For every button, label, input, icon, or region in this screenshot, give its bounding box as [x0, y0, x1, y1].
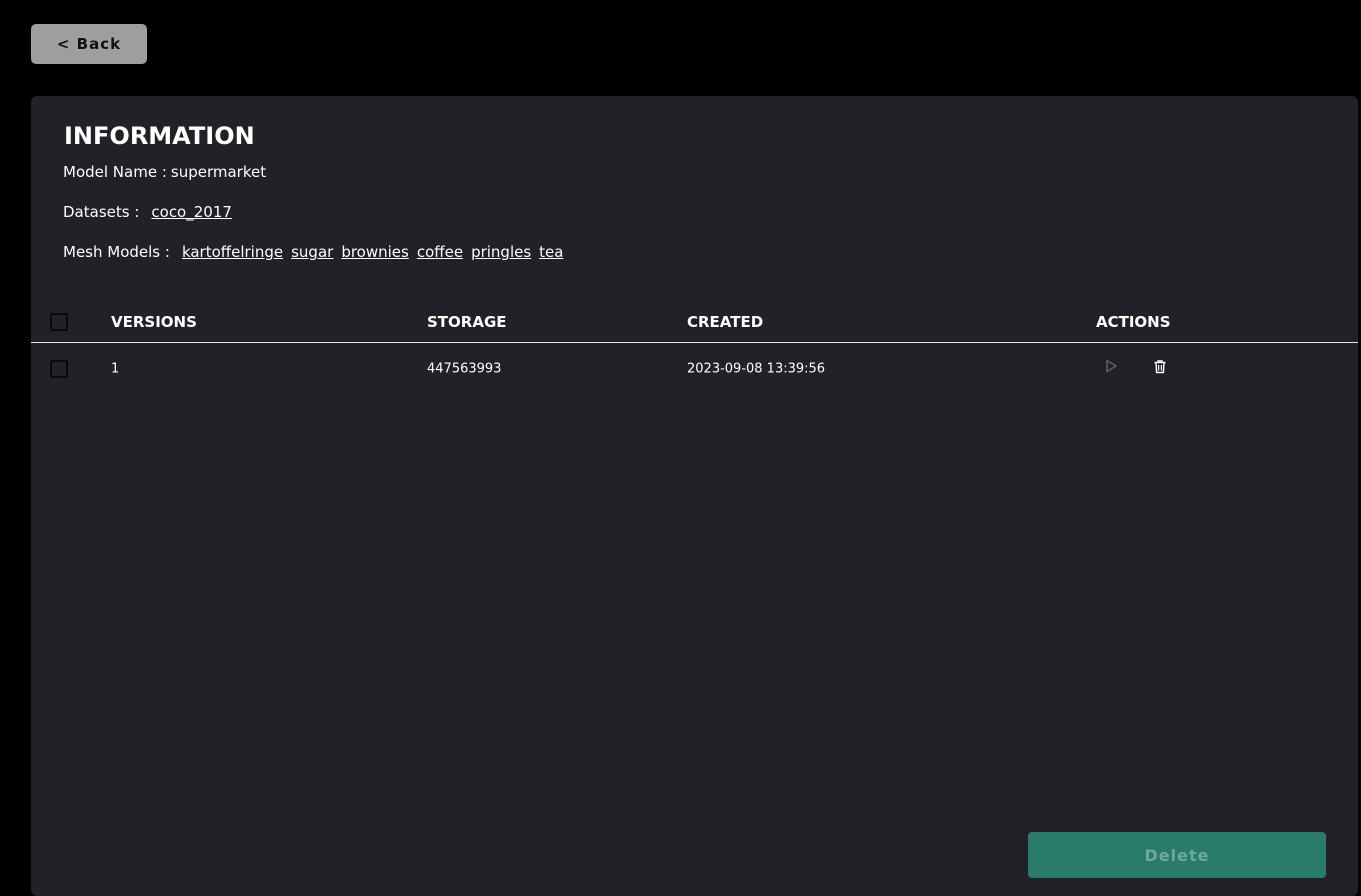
play-icon[interactable]: [1102, 357, 1120, 375]
model-name-row: Model Name : supermarket: [63, 163, 266, 181]
row-storage: 447563993: [427, 361, 502, 377]
mesh-models-row: Mesh Models : kartoffelringe sugar brown…: [63, 243, 563, 261]
mesh-models-label: Mesh Models :: [63, 243, 170, 261]
versions-table-header: VERSIONS STORAGE CREATED ACTIONS: [31, 301, 1358, 343]
information-panel: INFORMATION Model Name : supermarket Dat…: [31, 96, 1358, 896]
header-actions: ACTIONS: [1096, 312, 1171, 331]
datasets-label: Datasets :: [63, 203, 140, 221]
mesh-link-coffee[interactable]: coffee: [417, 243, 463, 261]
information-title: INFORMATION: [64, 122, 255, 150]
model-name-value: supermarket: [170, 163, 267, 181]
mesh-link-pringles[interactable]: pringles: [471, 243, 531, 261]
select-all-checkbox[interactable]: [50, 312, 68, 331]
delete-button[interactable]: Delete: [1028, 832, 1326, 878]
row-version: 1: [111, 361, 120, 377]
header-storage[interactable]: STORAGE: [427, 313, 507, 331]
back-button[interactable]: < Back: [31, 24, 147, 64]
row-checkbox[interactable]: [50, 360, 68, 378]
datasets-row: Datasets : coco_2017: [63, 203, 232, 221]
mesh-link-tea[interactable]: tea: [539, 243, 563, 261]
model-name-label: Model Name :: [63, 163, 167, 181]
mesh-link-sugar[interactable]: sugar: [291, 243, 333, 261]
mesh-link-kartoffelringe[interactable]: kartoffelringe: [182, 243, 283, 261]
row-created: 2023-09-08 13:39:56: [687, 361, 826, 377]
dataset-link-coco-2017[interactable]: coco_2017: [151, 203, 232, 221]
trash-icon[interactable]: [1151, 357, 1169, 375]
table-row: 1 447563993 2023-09-08 13:39:56: [31, 351, 1358, 387]
header-created[interactable]: CREATED: [687, 313, 763, 331]
mesh-link-brownies[interactable]: brownies: [341, 243, 409, 261]
header-versions[interactable]: VERSIONS: [111, 313, 197, 331]
